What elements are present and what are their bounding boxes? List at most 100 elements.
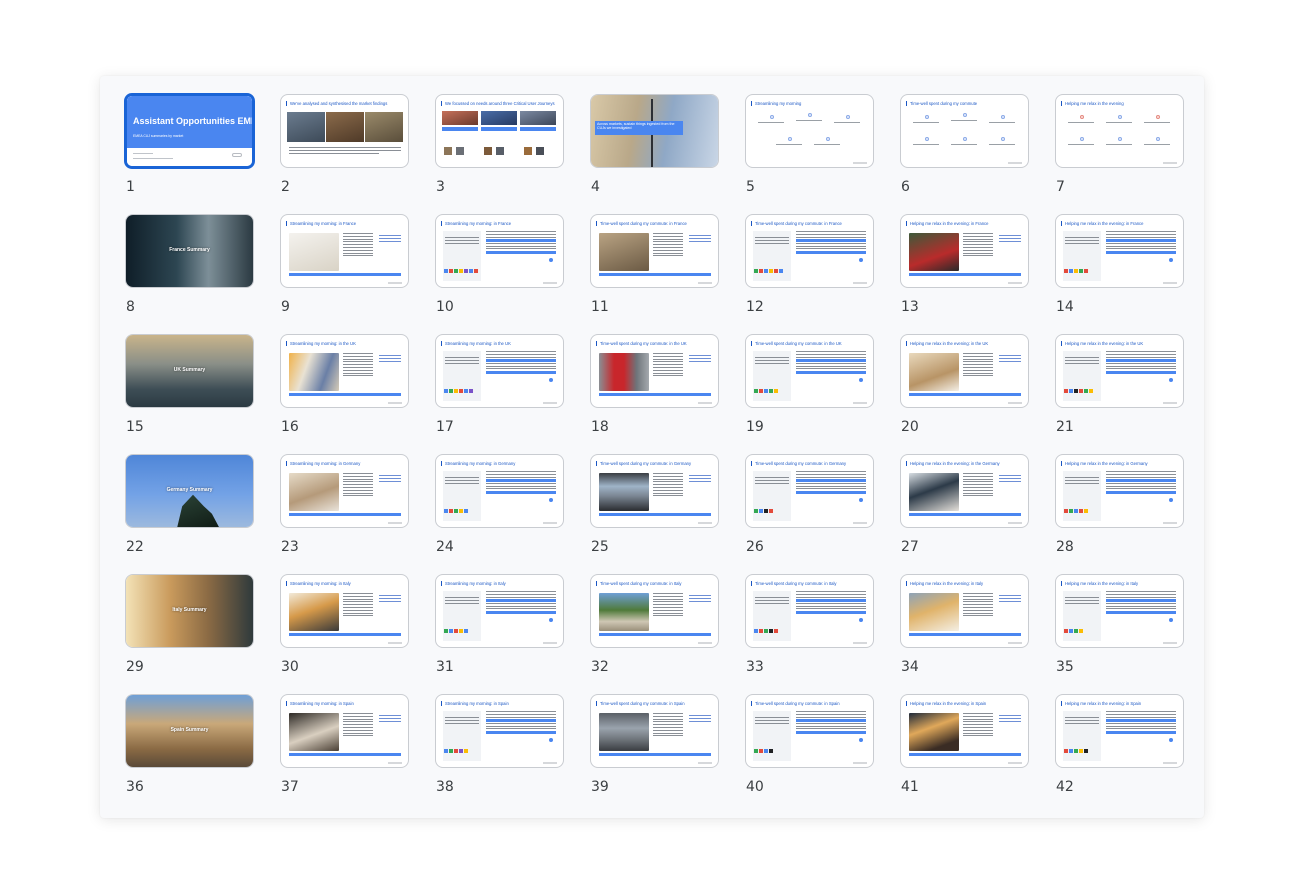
slide-thumbnail-6[interactable]: Time-well spent during my commute — [900, 94, 1029, 168]
slide-cell-7[interactable]: Helping me relax in the evening 7 — [1054, 93, 1185, 213]
slide-thumbnail-5[interactable]: Streamlining my morning — [745, 94, 874, 168]
slide-thumbnail-31[interactable]: Streamlining my morning: in Italy — [435, 574, 564, 648]
slide-cell-42[interactable]: Helping me relax in the evening: in Spai… — [1054, 693, 1185, 813]
left-column — [1063, 711, 1101, 761]
left-column — [1063, 591, 1101, 641]
text-line — [133, 158, 173, 159]
slide-cell-12[interactable]: Time-well spent during my commute: in Fr… — [744, 213, 875, 333]
slide-cell-30[interactable]: Streamlining my morning: in Italy 30 — [279, 573, 410, 693]
slide-cell-14[interactable]: Helping me relax in the evening: in Fran… — [1054, 213, 1185, 333]
slide-thumbnail-24[interactable]: Streamlining my morning: in Germany — [435, 454, 564, 528]
flow-label — [989, 122, 1015, 123]
slide-cell-2[interactable]: We've analysed and synthesised the marke… — [279, 93, 410, 213]
slide-thumbnail-11[interactable]: Time-well spent during my commute: in Fr… — [590, 214, 719, 288]
slide-cell-31[interactable]: Streamlining my morning: in Italy 31 — [434, 573, 565, 693]
slide-cell-37[interactable]: Streamlining my morning: in Spain 37 — [279, 693, 410, 813]
app-icons — [754, 629, 790, 633]
slide-cell-32[interactable]: Time-well spent during my commute: in It… — [589, 573, 720, 693]
slide-thumbnail-2[interactable]: We've analysed and synthesised the marke… — [280, 94, 409, 168]
slide-cell-33[interactable]: Time-well spent during my commute: in It… — [744, 573, 875, 693]
slide-thumbnail-38[interactable]: Streamlining my morning: in Spain — [435, 694, 564, 768]
slide-thumbnail-26[interactable]: Time-well spent during my commute: in Ge… — [745, 454, 874, 528]
slide-cell-27[interactable]: Helping me relax in the evening: in the … — [899, 453, 1030, 573]
slide-thumbnail-39[interactable]: Time-well spent during my commute: in Sp… — [590, 694, 719, 768]
slide-cell-5[interactable]: Streamlining my morning 5 — [744, 93, 875, 213]
slide-cell-29[interactable]: Italy Summary 29 — [124, 573, 255, 693]
slide-cell-24[interactable]: Streamlining my morning: in Germany 24 — [434, 453, 565, 573]
slide-cell-41[interactable]: Helping me relax in the evening: in Spai… — [899, 693, 1030, 813]
right-column — [1106, 231, 1176, 255]
slide-number: 31 — [436, 659, 454, 675]
slide-thumbnail-42[interactable]: Helping me relax in the evening: in Spai… — [1055, 694, 1184, 768]
slide-thumbnail-17[interactable]: Streamlining my morning: in the UK — [435, 334, 564, 408]
slide-cell-40[interactable]: Time-well spent during my commute: in Sp… — [744, 693, 875, 813]
slide-thumbnail-15[interactable]: UK Summary — [125, 334, 254, 408]
slide-thumbnail-10[interactable]: Streamlining my morning: in France — [435, 214, 564, 288]
slide-cell-4[interactable]: Across markets, sustain things ingested … — [589, 93, 720, 213]
slide-cell-38[interactable]: Streamlining my morning: in Spain 38 — [434, 693, 565, 813]
slide-cell-36[interactable]: Spain Summary 36 — [124, 693, 255, 813]
slide-thumbnail-1[interactable]: Assistant Opportunities EMEA EMEA CUJ su… — [124, 93, 255, 169]
slide-thumbnail-36[interactable]: Spain Summary — [125, 694, 254, 768]
slide-cell-39[interactable]: Time-well spent during my commute: in Sp… — [589, 693, 720, 813]
slide-thumbnail-27[interactable]: Helping me relax in the evening: in the … — [900, 454, 1029, 528]
slide-title: Time-well spent during my commute — [905, 101, 978, 106]
slide-thumbnail-4[interactable]: Across markets, sustain things ingested … — [590, 94, 719, 168]
slide-thumbnail-20[interactable]: Helping me relax in the evening: in the … — [900, 334, 1029, 408]
slide-cell-9[interactable]: Streamlining my morning: in France 9 — [279, 213, 410, 333]
slide-thumbnail-9[interactable]: Streamlining my morning: in France — [280, 214, 409, 288]
slide-cell-25[interactable]: Time-well spent during my commute: in Ge… — [589, 453, 720, 573]
slide-cell-35[interactable]: Helping me relax in the evening: in Ital… — [1054, 573, 1185, 693]
slide-cell-20[interactable]: Helping me relax in the evening: in the … — [899, 333, 1030, 453]
slide-thumbnail-12[interactable]: Time-well spent during my commute: in Fr… — [745, 214, 874, 288]
slide-thumbnail-34[interactable]: Helping me relax in the evening: in Ital… — [900, 574, 1029, 648]
slide-cell-19[interactable]: Time-well spent during my commute: in th… — [744, 333, 875, 453]
logo-pill — [232, 153, 242, 157]
slide-cell-10[interactable]: Streamlining my morning: in France 10 — [434, 213, 565, 333]
slide-thumbnail-22[interactable]: Germany Summary — [125, 454, 254, 528]
slide-cell-13[interactable]: Helping me relax in the evening: in Fran… — [899, 213, 1030, 333]
slide-cell-22[interactable]: Germany Summary 22 — [124, 453, 255, 573]
slide-cell-17[interactable]: Streamlining my morning: in the UK 17 — [434, 333, 565, 453]
flow-label — [1144, 144, 1170, 145]
slide-thumbnail-13[interactable]: Helping me relax in the evening: in Fran… — [900, 214, 1029, 288]
slide-thumbnail-32[interactable]: Time-well spent during my commute: in It… — [590, 574, 719, 648]
slide-number: 16 — [281, 419, 299, 435]
slide-thumbnail-41[interactable]: Helping me relax in the evening: in Spai… — [900, 694, 1029, 768]
slide-cell-16[interactable]: Streamlining my morning: in the UK 16 — [279, 333, 410, 453]
slide-thumbnail-28[interactable]: Helping me relax in the evening: in Germ… — [1055, 454, 1184, 528]
slide-thumbnail-30[interactable]: Streamlining my morning: in Italy — [280, 574, 409, 648]
slide-cell-1[interactable]: Assistant Opportunities EMEA EMEA CUJ su… — [124, 93, 255, 213]
slide-cell-15[interactable]: UK Summary 15 — [124, 333, 255, 453]
slide-number: 38 — [436, 779, 454, 795]
slide-thumbnail-40[interactable]: Time-well spent during my commute: in Sp… — [745, 694, 874, 768]
slide-cell-34[interactable]: Helping me relax in the evening: in Ital… — [899, 573, 1030, 693]
assistant-dot — [859, 618, 863, 622]
slide-cell-28[interactable]: Helping me relax in the evening: in Germ… — [1054, 453, 1185, 573]
flow-label — [951, 144, 977, 145]
slide-cell-23[interactable]: Streamlining my morning: in Germany 23 — [279, 453, 410, 573]
slide-thumbnail-23[interactable]: Streamlining my morning: in Germany — [280, 454, 409, 528]
slide-cell-21[interactable]: Helping me relax in the evening: in the … — [1054, 333, 1185, 453]
slide-thumbnail-18[interactable]: Time-well spent during my commute: in th… — [590, 334, 719, 408]
slide-thumbnail-37[interactable]: Streamlining my morning: in Spain — [280, 694, 409, 768]
slide-cell-18[interactable]: Time-well spent during my commute: in th… — [589, 333, 720, 453]
slide-thumbnail-21[interactable]: Helping me relax in the evening: in the … — [1055, 334, 1184, 408]
slide-cell-6[interactable]: Time-well spent during my commute 6 — [899, 93, 1030, 213]
slide-cell-3[interactable]: We focussed on needs around three Critic… — [434, 93, 565, 213]
slide-thumbnail-16[interactable]: Streamlining my morning: in the UK — [280, 334, 409, 408]
slide-thumbnail-25[interactable]: Time-well spent during my commute: in Ge… — [590, 454, 719, 528]
slide-thumbnail-7[interactable]: Helping me relax in the evening — [1055, 94, 1184, 168]
slide-thumbnail-33[interactable]: Time-well spent during my commute: in It… — [745, 574, 874, 648]
slide-thumbnail-8[interactable]: France Summary — [125, 214, 254, 288]
slide-thumbnail-29[interactable]: Italy Summary — [125, 574, 254, 648]
quote-text — [999, 355, 1021, 363]
slide-thumbnail-14[interactable]: Helping me relax in the evening: in Fran… — [1055, 214, 1184, 288]
slide-cell-26[interactable]: Time-well spent during my commute: in Ge… — [744, 453, 875, 573]
slide-cell-11[interactable]: Time-well spent during my commute: in Fr… — [589, 213, 720, 333]
slide-thumbnail-3[interactable]: We focussed on needs around three Critic… — [435, 94, 564, 168]
slide-cell-8[interactable]: France Summary 8 — [124, 213, 255, 333]
slide-footer — [543, 282, 557, 284]
slide-thumbnail-35[interactable]: Helping me relax in the evening: in Ital… — [1055, 574, 1184, 648]
slide-thumbnail-19[interactable]: Time-well spent during my commute: in th… — [745, 334, 874, 408]
